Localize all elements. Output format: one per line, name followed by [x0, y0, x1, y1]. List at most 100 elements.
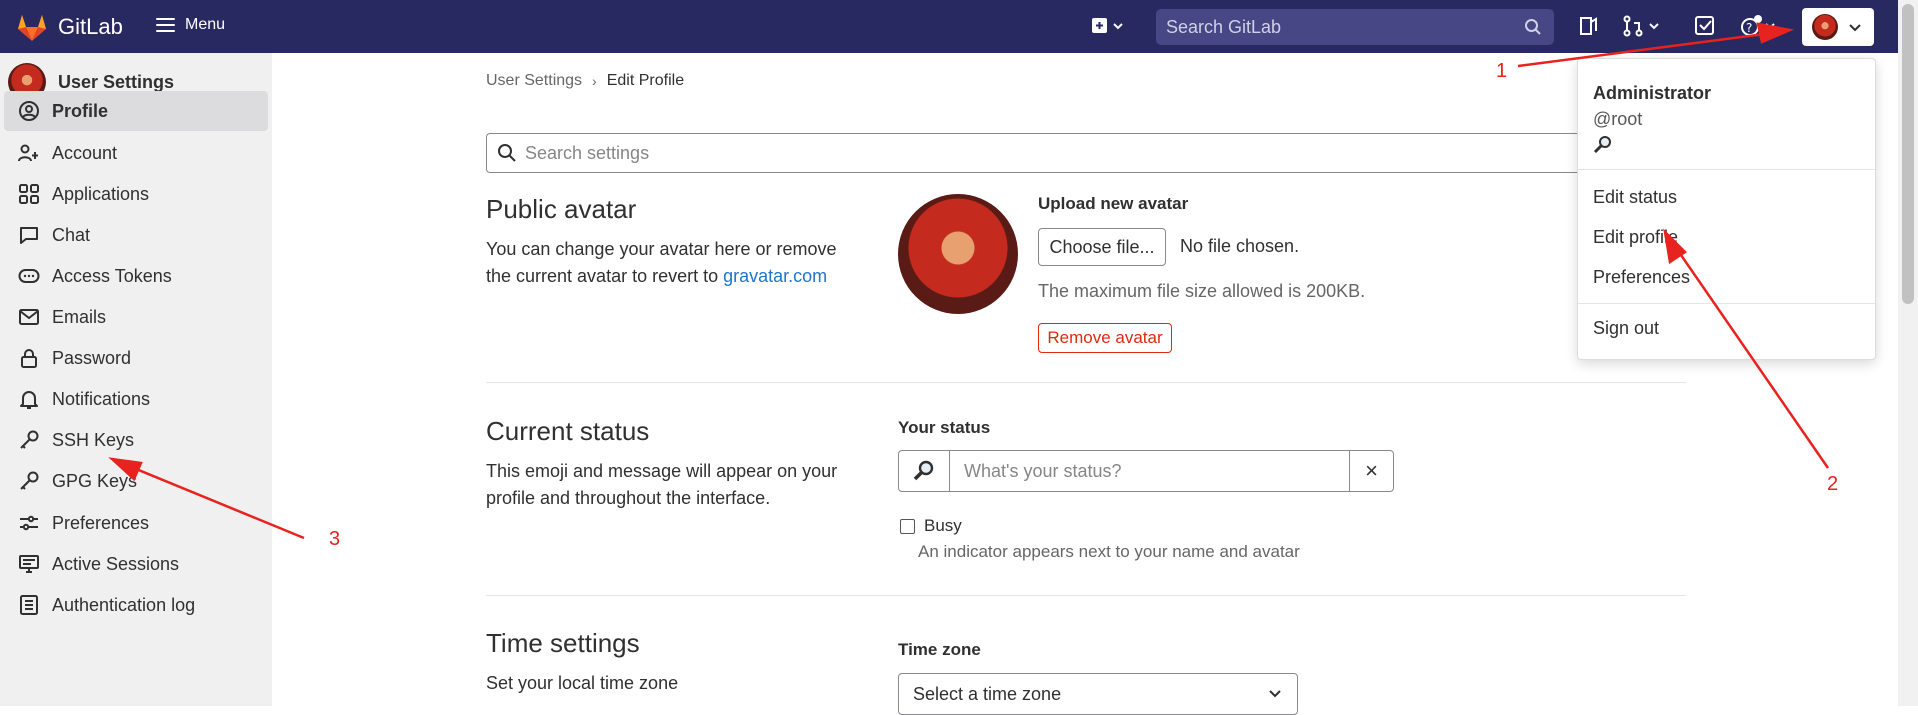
- sidebar-item-chat[interactable]: Chat: [4, 215, 268, 255]
- sidebar-item-access-tokens[interactable]: Access Tokens: [4, 256, 268, 296]
- todos-button[interactable]: [1694, 14, 1716, 43]
- sign-out-item[interactable]: Sign out: [1593, 318, 1659, 339]
- clear-status-button[interactable]: ×: [1350, 450, 1394, 492]
- sidebar-item-profile[interactable]: Profile: [4, 91, 268, 131]
- sidebar-item-label: Chat: [52, 224, 91, 245]
- settings-search-input[interactable]: Search settings: [486, 133, 1586, 173]
- magnifier-emoji-icon: [913, 460, 934, 481]
- choose-file-button[interactable]: Choose file...: [1038, 228, 1166, 266]
- sidebar-item-label: Emails: [52, 306, 107, 327]
- merge-requests-button[interactable]: [1622, 14, 1666, 43]
- sidebar-title: User Settings: [58, 71, 175, 92]
- sidebar-item-label: Preferences: [52, 512, 150, 533]
- preferences-item[interactable]: Preferences: [1593, 267, 1690, 288]
- remove-avatar-button[interactable]: Remove avatar: [1038, 323, 1172, 353]
- bell-icon: [18, 388, 40, 410]
- sidebar-item-label: Profile: [52, 100, 109, 121]
- current-status-heading: Current status: [486, 416, 650, 446]
- time-settings-description: Set your local time zone: [486, 673, 679, 693]
- public-avatar-heading: Public avatar: [486, 194, 637, 224]
- sidebar-item-gpg-keys[interactable]: GPG Keys: [4, 461, 268, 501]
- gravatar-link[interactable]: gravatar.com: [723, 266, 827, 286]
- scrollbar-thumb[interactable]: [1902, 4, 1914, 304]
- breadcrumb-chevron-icon: ›: [592, 73, 597, 89]
- top-navbar: GitLab Menu Search GitLab ?: [0, 0, 1898, 53]
- global-search-input[interactable]: Search GitLab: [1156, 9, 1554, 45]
- profile-icon: [18, 100, 40, 122]
- sidebar-item-label: GPG Keys: [52, 470, 138, 491]
- sidebar-item-applications[interactable]: Applications: [4, 174, 268, 214]
- search-placeholder: Search GitLab: [1166, 16, 1282, 37]
- menu-label: Menu: [185, 16, 226, 33]
- sidebar-item-preferences[interactable]: Preferences: [4, 503, 268, 543]
- sidebar-item-label: Account: [52, 142, 118, 163]
- dropdown-username[interactable]: @root: [1593, 109, 1642, 130]
- edit-profile-item[interactable]: Edit profile: [1593, 227, 1678, 248]
- sidebar-item-label: Access Tokens: [52, 265, 172, 286]
- your-status-label: Your status: [898, 418, 991, 437]
- close-icon: ×: [1365, 458, 1378, 483]
- dropdown-divider: [1578, 169, 1875, 170]
- sidebar-item-active-sessions[interactable]: Active Sessions: [4, 544, 268, 584]
- gitlab-logo[interactable]: GitLab: [16, 12, 123, 42]
- status-emoji-button[interactable]: [898, 450, 950, 492]
- sidebar-item-label: Authentication log: [52, 594, 196, 615]
- user-dropdown-menu: Administrator @root Edit status Edit pro…: [1577, 58, 1876, 360]
- sidebar-item-authentication-log[interactable]: Authentication log: [4, 585, 268, 625]
- log-icon: [18, 594, 40, 616]
- new-item-button[interactable]: [1090, 14, 1126, 43]
- upload-avatar-label: Upload new avatar: [1038, 194, 1189, 213]
- busy-label[interactable]: Busy: [924, 516, 962, 536]
- sidebar-item-label: Active Sessions: [52, 553, 180, 574]
- sidebar-item-account[interactable]: Account: [4, 133, 268, 173]
- section-divider: [486, 382, 1686, 383]
- chevron-down-icon: [1849, 24, 1861, 32]
- user-avatar-menu-button[interactable]: [1802, 8, 1874, 46]
- tanuki-icon: [18, 15, 46, 41]
- help-button[interactable]: ?: [1740, 14, 1784, 43]
- page-scrollbar[interactable]: [1898, 0, 1918, 706]
- avatar: [1812, 14, 1838, 40]
- merge-request-icon: [1623, 15, 1659, 37]
- public-avatar-description: You can change your avatar here or remov…: [486, 236, 866, 290]
- sidebar-item-label: Applications: [52, 183, 150, 204]
- settings-sidebar: User Settings Profile Account Applications…: [0, 53, 272, 706]
- key-icon: [18, 470, 40, 492]
- chat-icon: [18, 224, 40, 246]
- breadcrumb-current[interactable]: Edit Profile: [607, 72, 684, 90]
- sidebar-item-ssh-keys[interactable]: SSH Keys: [4, 420, 268, 460]
- status-message-input[interactable]: What's your status?: [950, 450, 1350, 492]
- search-icon: [1525, 19, 1541, 35]
- sidebar-item-notifications[interactable]: Notifications: [4, 379, 268, 419]
- chevron-down-icon: [1269, 690, 1281, 698]
- issues-icon: [1580, 17, 1597, 35]
- token-icon: [18, 265, 40, 287]
- brand-name: GitLab: [58, 14, 123, 39]
- dropdown-divider: [1578, 303, 1875, 304]
- menu-button[interactable]: Menu: [156, 16, 225, 34]
- monitor-icon: [18, 553, 40, 575]
- magnifier-emoji-icon: [1593, 136, 1611, 154]
- breadcrumb-user-settings[interactable]: User Settings: [486, 72, 582, 90]
- help-icon: ?: [1741, 15, 1775, 36]
- search-icon: [498, 144, 516, 162]
- account-icon: [18, 142, 40, 164]
- busy-checkbox[interactable]: [900, 519, 915, 534]
- dropdown-user-name[interactable]: Administrator: [1593, 83, 1711, 104]
- edit-status-item[interactable]: Edit status: [1593, 187, 1677, 208]
- sidebar-item-label: Notifications: [52, 388, 151, 409]
- sidebar-item-emails[interactable]: Emails: [4, 297, 268, 337]
- time-zone-label: Time zone: [898, 640, 981, 659]
- sidebar-item-label: SSH Keys: [52, 429, 135, 450]
- issues-button[interactable]: [1577, 14, 1599, 43]
- time-zone-select[interactable]: Select a time zone: [898, 673, 1298, 715]
- annotation-number-2: 2: [1827, 473, 1839, 495]
- current-status-description: This emoji and message will appear on yo…: [486, 461, 838, 508]
- settings-search-placeholder: Search settings: [525, 142, 650, 163]
- status-input-group: What's your status? ×: [898, 450, 1394, 492]
- no-file-chosen-text: No file chosen.: [1180, 236, 1300, 256]
- current-avatar-image: [898, 194, 1018, 314]
- plus-square-icon: [1092, 18, 1123, 33]
- sidebar-item-password[interactable]: Password: [4, 338, 268, 378]
- annotation-number-3: 3: [329, 528, 341, 550]
